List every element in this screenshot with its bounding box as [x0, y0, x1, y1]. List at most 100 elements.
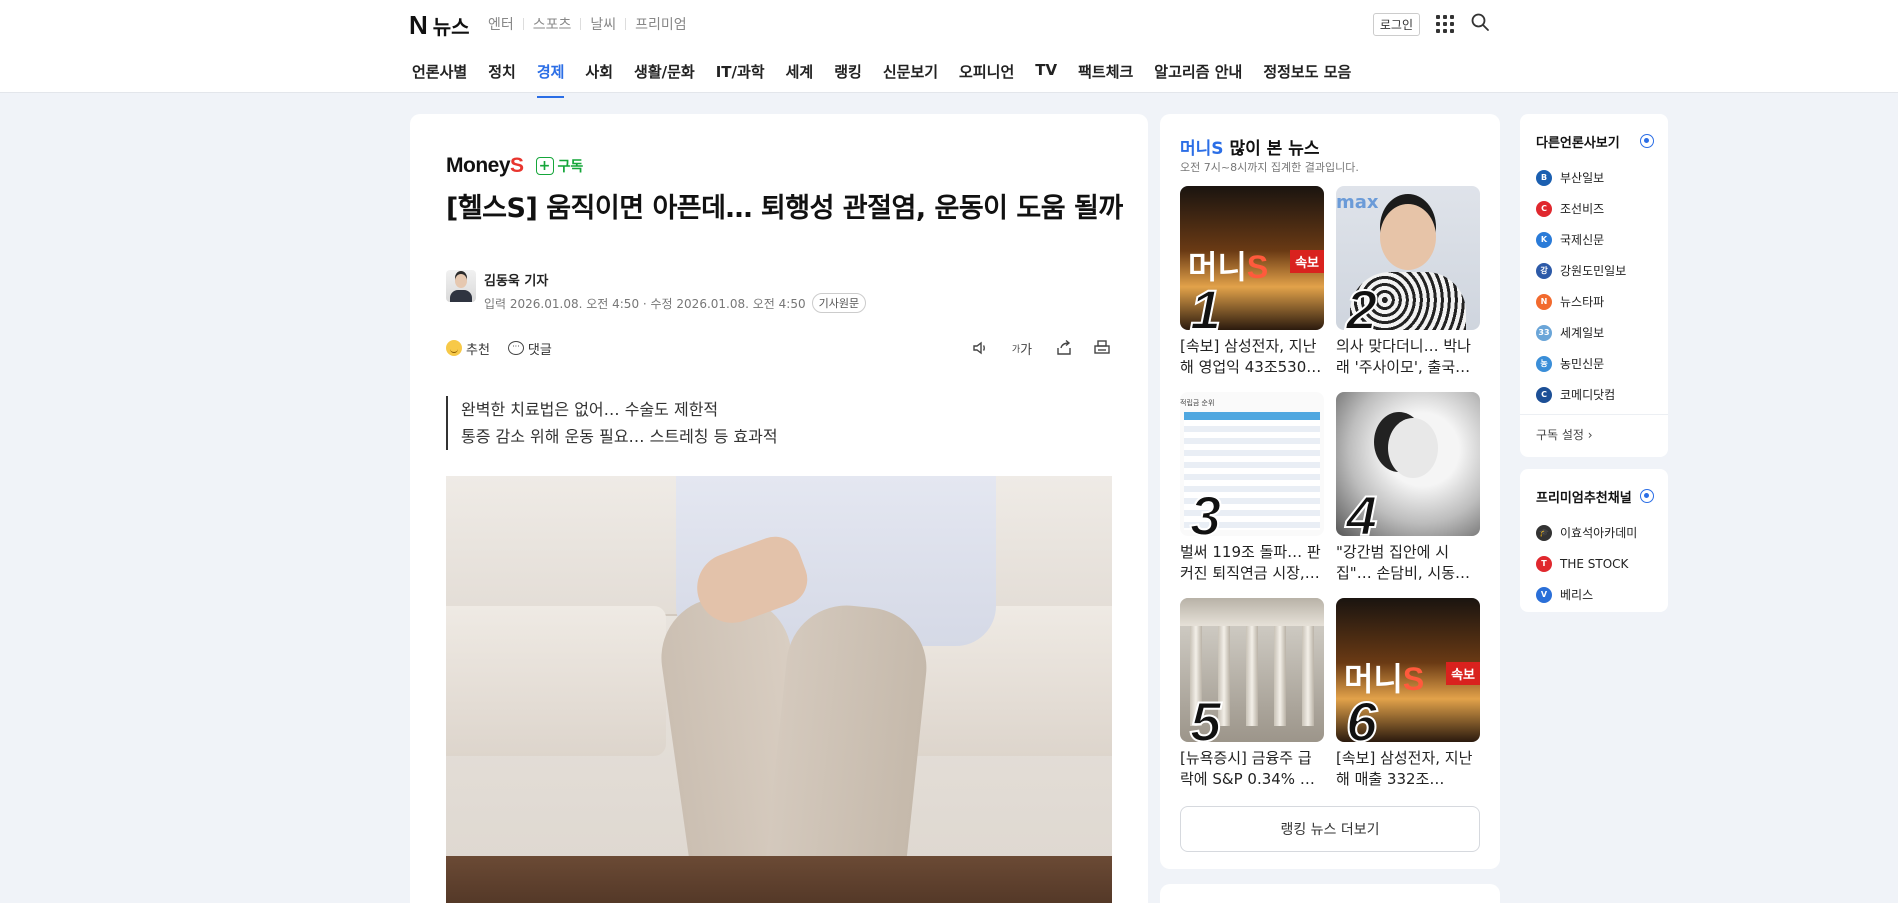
login-button[interactable]: 로그인 [1372, 12, 1420, 36]
press-logo-icon: N [1536, 293, 1552, 310]
nav-tab[interactable]: 경제 [536, 61, 564, 98]
print-icon[interactable] [1092, 338, 1112, 358]
thumb-person-face [1380, 204, 1436, 270]
refresh-icon[interactable] [1640, 134, 1654, 148]
ranking-title-suffix: 많이 본 뉴스 [1229, 139, 1320, 159]
nav-tab[interactable]: 정정보도 모음 [1263, 61, 1351, 96]
nav-tab[interactable]: 사회 [585, 61, 613, 96]
service-link[interactable]: 날씨 [590, 14, 616, 34]
nav-tab[interactable]: 생활/문화 [634, 61, 695, 96]
ranking-headline[interactable]: "강간범 집안에 시집"… 손담비, 시동… [1336, 542, 1480, 584]
ranking-item[interactable]: 4 "강간범 집안에 시집"… 손담비, 시동… [1336, 392, 1480, 585]
ranking-more-button[interactable]: 랭킹 뉴스 더보기 [1180, 806, 1480, 852]
ranking-thumbnail[interactable]: 4 [1336, 392, 1480, 536]
other-press-item[interactable]: 농 농민신문 [1536, 348, 1626, 379]
subscription-settings-link[interactable]: 구독 설정 › [1536, 426, 1593, 443]
ranking-item[interactable]: max 2 의사 맞다더니… 박나래 '주사이모', 출국… [1336, 186, 1480, 379]
apps-grid-icon[interactable] [1436, 15, 1454, 33]
comment-button[interactable]: ··· 댓글 [507, 339, 552, 358]
other-press-item[interactable]: 강 강원도민일보 [1536, 255, 1626, 286]
other-press-item[interactable]: C 코메디닷컴 [1536, 379, 1626, 410]
nav-tab[interactable]: IT/과학 [716, 61, 765, 96]
service-link[interactable]: 스포츠 [533, 14, 572, 34]
nav-tab[interactable]: 랭킹 [834, 61, 862, 96]
article-summary: 완벽한 치료법은 없어… 수술도 제한적 통증 감소 위해 운동 필요… 스트레… [446, 396, 778, 450]
premium-channel-item[interactable]: V 베리스 [1536, 579, 1637, 610]
press-logo[interactable]: MoneyS [446, 154, 524, 178]
ranking-headline[interactable]: 의사 맞다더니… 박나래 '주사이모', 출국… [1336, 336, 1480, 378]
subscribe-button[interactable]: + 구독 [535, 156, 583, 176]
press-logo-main: Money [446, 154, 511, 177]
reporter-avatar[interactable] [446, 270, 476, 302]
service-link[interactable]: 엔터 [488, 14, 514, 34]
service-link[interactable]: 프리미엄 [635, 14, 687, 34]
actions-left: 추천 ··· 댓글 [446, 339, 552, 358]
ranking-item[interactable]: 적립금 순위 3 벌써 119조 돌파… 판커진 퇴직연금 시장,… [1180, 392, 1324, 585]
ranking-thumbnail[interactable]: 머니S 속보 1 [1180, 186, 1324, 330]
nav-tab[interactable]: TV [1035, 61, 1057, 96]
nav-tab[interactable]: 언론사별 [412, 61, 467, 96]
service-separator [522, 18, 524, 30]
font-size-small: 가 [1011, 344, 1021, 355]
press-logo-icon: B [1536, 169, 1552, 186]
other-press-item-label: 코메디닷컴 [1560, 388, 1616, 402]
premium-channel-item[interactable]: 🎓 이효석아카데미 [1536, 517, 1637, 548]
other-press-item[interactable]: N 뉴스타파 [1536, 286, 1626, 317]
nav-tab[interactable]: 오피니언 [959, 61, 1014, 96]
font-size-button[interactable]: 가가 [1008, 338, 1036, 358]
reporter-name[interactable]: 김동욱 기자 [484, 270, 866, 289]
other-press-item-label: 국제신문 [1560, 233, 1605, 247]
font-size-large: 가 [1020, 342, 1033, 358]
other-press-item[interactable]: B 부산일보 [1536, 162, 1626, 193]
recommend-button[interactable]: 추천 [446, 339, 490, 358]
ranking-press[interactable]: 머니S [1180, 139, 1224, 159]
premium-channel-item[interactable]: T THE STOCK [1536, 548, 1637, 579]
nav-tab[interactable]: 팩트체크 [1078, 61, 1133, 96]
original-article-button[interactable]: 기사원문 [811, 293, 867, 313]
refresh-icon[interactable] [1640, 489, 1654, 503]
comment-label: 댓글 [527, 342, 552, 358]
actions-right: 가가 [970, 338, 1112, 358]
smile-icon [446, 340, 462, 356]
ranking-item[interactable]: 머니S 속보 1 [속보] 삼성전자, 지난해 영업익 43조530… [1180, 186, 1324, 379]
nav-tab[interactable]: 알고리즘 안내 [1154, 61, 1242, 96]
section-nav: 언론사별 정치 경제 사회 생활/문화 IT/과학 세계 랭킹 신문보기 오피니언 TV 팩트체크 알고… [412, 61, 1351, 98]
other-press-item[interactable]: K 국제신문 [1536, 224, 1626, 255]
premium-list: 🎓 이효석아카데미 T THE STOCK V 베리스 [1536, 517, 1637, 610]
other-press-item[interactable]: C 조선비즈 [1536, 193, 1626, 224]
ranking-headline[interactable]: [속보] 삼성전자, 지난해 매출 332조7700… [1336, 748, 1480, 790]
ranking-thumbnail[interactable]: 머니S 속보 6 [1336, 598, 1480, 742]
ranking-thumbnail[interactable]: 5 [1180, 598, 1324, 742]
press-logo-icon: 농 [1536, 355, 1552, 372]
other-press-item-label: 강원도민일보 [1560, 264, 1627, 278]
press-logo-icon: K [1536, 231, 1552, 248]
premium-channel-item-label: 이효석아카데미 [1560, 526, 1638, 540]
other-press-item[interactable]: 33 세계일보 [1536, 317, 1626, 348]
ranking-thumbnail[interactable]: 적립금 순위 3 [1180, 392, 1324, 536]
press-logo-icon: 33 [1536, 324, 1552, 341]
thumb-breaking-tag: 속보 [1446, 662, 1480, 685]
search-icon[interactable] [1470, 12, 1490, 36]
nav-tab[interactable]: 정치 [488, 61, 516, 96]
byline: 김동욱 기자 입력 2026.01.08. 오전 4:50 · 수정 2026.… [446, 270, 867, 313]
thumb-building-column [1274, 626, 1286, 726]
ranking-headline[interactable]: [속보] 삼성전자, 지난해 영업익 43조530… [1180, 336, 1324, 378]
other-press-item-label: 부산일보 [1560, 171, 1605, 185]
thumb-building-column [1302, 626, 1314, 726]
share-icon[interactable] [1054, 338, 1074, 358]
speaker-icon[interactable] [970, 338, 990, 358]
thumb-person-face [1388, 418, 1438, 478]
press-logo-accent: S [510, 154, 524, 177]
nav-tab[interactable]: 신문보기 [883, 61, 938, 96]
premium-channel-card: 프리미엄추천채널 🎓 이효석아카데미 T THE STOCK V 베리스 [1520, 469, 1668, 612]
summary-line-2: 통증 감소 위해 운동 필요… 스트레칭 등 효과적 [461, 427, 778, 446]
naver-news-logo[interactable]: N 뉴스 [409, 10, 470, 41]
article-dates: 입력 2026.01.08. 오전 4:50 · 수정 2026.01.08. … [484, 293, 867, 313]
ranking-headline[interactable]: [뉴욕증시] 금융주 급락에 S&P 0.34% … [1180, 748, 1324, 790]
thumb-brand-accent: S [1246, 249, 1269, 285]
nav-tab[interactable]: 세계 [786, 61, 814, 96]
ranking-thumbnail[interactable]: max 2 [1336, 186, 1480, 330]
ranking-item[interactable]: 머니S속보6 [속보] 삼성전자, 지난해 매출 332조7700… [1336, 598, 1480, 791]
ranking-item[interactable]: 5 [뉴욕증시] 금융주 급락에 S&P 0.34% … [1180, 598, 1324, 791]
ranking-headline[interactable]: 벌써 119조 돌파… 판커진 퇴직연금 시장,… [1180, 542, 1324, 584]
